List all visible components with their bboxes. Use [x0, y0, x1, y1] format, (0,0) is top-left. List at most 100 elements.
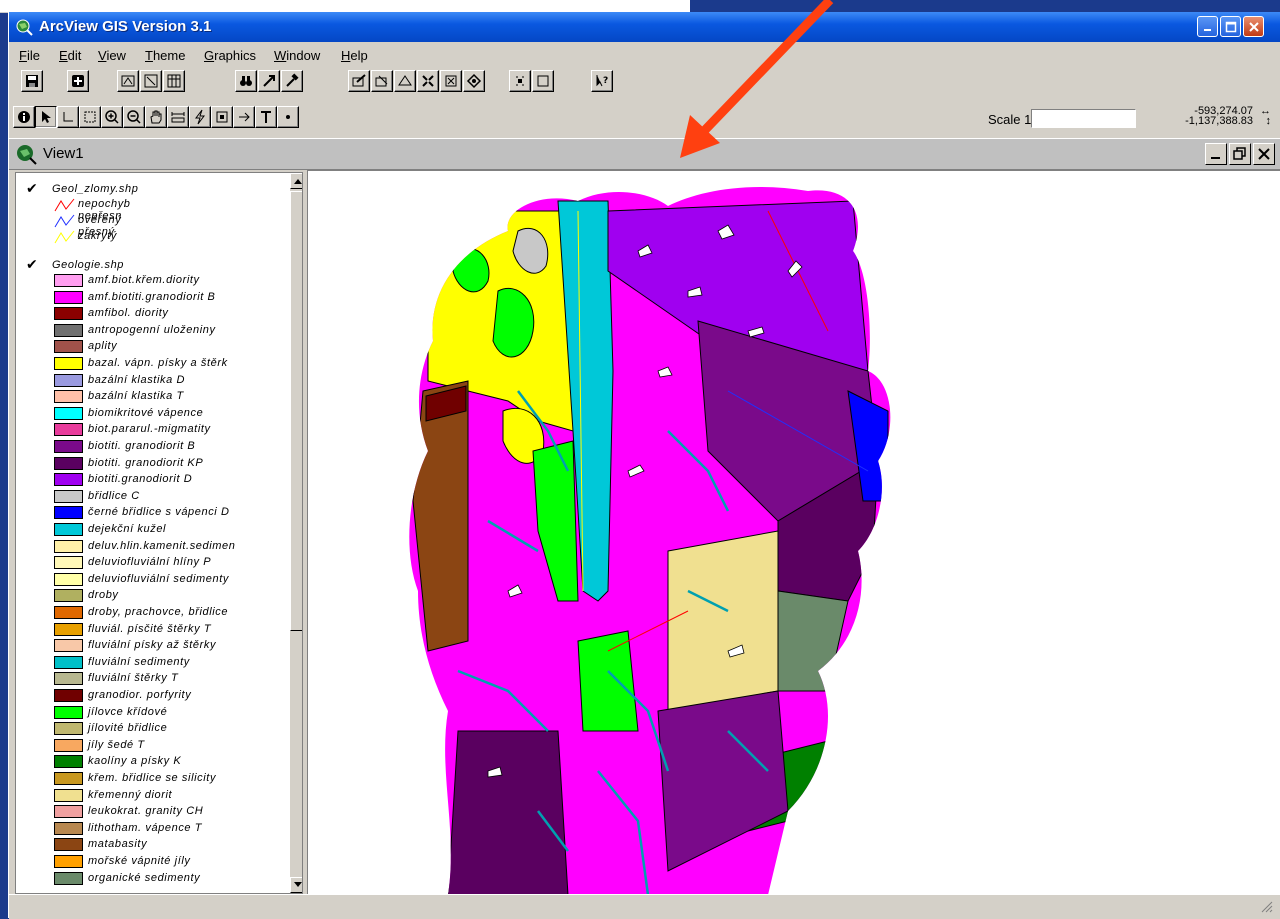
checkmark-icon[interactable]: ✔ — [26, 181, 38, 197]
text-t-icon — [261, 111, 271, 123]
view-title-bar[interactable]: View1 — [9, 138, 1280, 170]
pan-tool[interactable] — [145, 106, 167, 128]
help-button[interactable]: ? — [591, 70, 613, 92]
legend-label: černé břidlice s vápenci D — [88, 506, 230, 519]
resize-grip-icon[interactable] — [1261, 901, 1273, 913]
zoom-in-button[interactable] — [509, 70, 531, 92]
color-swatch — [54, 738, 83, 752]
color-swatch — [54, 539, 83, 553]
legend-label: jílovité břidlice — [88, 722, 168, 735]
scroll-down-button[interactable] — [290, 877, 302, 893]
legend-label: biot.pararul.-migmatity — [88, 423, 211, 436]
color-swatch — [54, 855, 83, 868]
color-swatch — [54, 622, 83, 636]
pointer-tool[interactable] — [35, 106, 57, 128]
lightning-icon — [195, 109, 205, 125]
color-swatch — [54, 390, 83, 404]
point-icon — [286, 115, 290, 119]
title-bar[interactable]: ArcView GIS Version 3.1 — [9, 12, 1280, 42]
measure-tool[interactable] — [167, 106, 189, 128]
scroll-up-button[interactable] — [290, 173, 302, 189]
arrow-pointer-icon — [42, 111, 51, 123]
menu-graphics[interactable]: Graphics — [204, 48, 256, 63]
line-symbol-icon — [54, 198, 75, 212]
view-minimize-button[interactable] — [1205, 143, 1227, 165]
zoom-in-tool[interactable] — [101, 106, 123, 128]
zoom-active-themes-icon — [445, 75, 457, 87]
close-button[interactable] — [1243, 16, 1264, 37]
legend-label: fluviál. písčité štěrky T — [88, 622, 212, 635]
theme-properties-button[interactable] — [117, 70, 139, 92]
clear-selection-button[interactable] — [371, 70, 393, 92]
label-tool[interactable] — [233, 106, 255, 128]
identify-icon — [18, 111, 30, 123]
legend-label: biomikritové vápence — [88, 406, 204, 419]
color-swatch — [54, 788, 83, 802]
arcview-window: ArcView GIS Version 3.1 File Edit View T… — [8, 12, 1280, 919]
select-feature-tool[interactable] — [79, 106, 101, 128]
magnifier-minus-icon — [127, 110, 141, 124]
legend-label: dejekční kužel — [88, 523, 167, 535]
legend-label: amfibol. diority — [88, 307, 169, 320]
view-restore-button[interactable] — [1229, 143, 1251, 165]
geology-map[interactable] — [308, 171, 1280, 895]
select-feature-icon — [84, 111, 96, 123]
text-tool[interactable] — [255, 106, 277, 128]
zoom-selected-button[interactable] — [394, 70, 416, 92]
theme-properties-icon — [121, 75, 135, 87]
menu-theme[interactable]: Theme — [145, 48, 185, 63]
hotlink-tool[interactable] — [189, 106, 211, 128]
legend-scrollbar[interactable] — [290, 173, 302, 893]
view-close-button[interactable] — [1253, 143, 1275, 165]
scale-input[interactable] — [1031, 109, 1136, 128]
vertex-edit-icon — [63, 112, 73, 122]
color-swatch — [54, 772, 83, 785]
find-button[interactable] — [235, 70, 257, 92]
select-by-theme-button[interactable] — [348, 70, 370, 92]
menu-window[interactable]: Window — [274, 48, 320, 63]
vertical-arrow-icon: ↕ — [1265, 115, 1272, 127]
table-of-contents: ✔ Geol_zlomy.shp ✔ Geologie.shp nepochyb… — [15, 172, 303, 894]
vertex-edit-tool[interactable] — [57, 106, 79, 128]
edit-legend-button[interactable] — [140, 70, 162, 92]
maximize-button[interactable] — [1220, 16, 1241, 37]
legend-label: křem. břidlice se silicity — [88, 772, 217, 784]
save-project-button[interactable] — [21, 70, 43, 92]
arcview-globe-icon — [16, 19, 33, 36]
menu-file[interactable]: File — [19, 48, 40, 63]
zoom-selected-icon — [398, 75, 412, 86]
zoom-out-tool[interactable] — [123, 106, 145, 128]
zoom-in-center-button[interactable] — [463, 70, 485, 92]
menu-edit[interactable]: Edit — [59, 48, 81, 63]
checkmark-icon[interactable]: ✔ — [26, 257, 38, 273]
label-icon — [239, 112, 250, 122]
view-globe-icon — [17, 145, 37, 165]
zoom-active-themes-button[interactable] — [440, 70, 462, 92]
map-display[interactable] — [307, 170, 1280, 896]
theme-name: Geol_zlomy.shp — [52, 183, 139, 195]
zoom-out-button[interactable] — [532, 70, 554, 92]
legend-label: amf.biot.křem.diority — [88, 274, 200, 286]
area-of-interest-tool[interactable] — [211, 106, 233, 128]
add-theme-button[interactable] — [67, 70, 89, 92]
legend-label: droby — [88, 589, 119, 602]
query-builder-button[interactable] — [281, 70, 303, 92]
menu-help[interactable]: Help — [341, 48, 368, 63]
maximize-icon — [1225, 21, 1236, 32]
open-table-button[interactable] — [163, 70, 185, 92]
draw-point-tool[interactable] — [277, 106, 299, 128]
locate-icon — [263, 75, 275, 87]
color-swatch — [54, 655, 83, 669]
legend-label: deluv.hlin.kamenit.sedimen — [88, 539, 236, 552]
locate-address-button[interactable] — [258, 70, 280, 92]
identify-tool[interactable] — [13, 106, 35, 128]
color-swatch — [54, 406, 83, 420]
scroll-thumb[interactable] — [290, 191, 302, 631]
color-swatch — [54, 373, 83, 387]
minimize-button[interactable] — [1197, 16, 1218, 37]
button-bar: ? — [9, 68, 1280, 96]
zoom-full-extent-button[interactable] — [417, 70, 439, 92]
menu-view[interactable]: View — [98, 48, 126, 63]
line-symbol-icon — [54, 214, 75, 228]
color-swatch — [54, 556, 83, 570]
